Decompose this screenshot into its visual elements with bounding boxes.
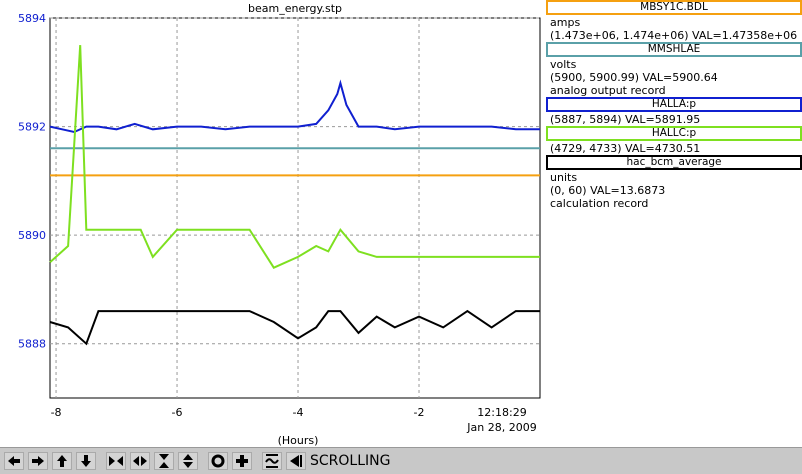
zoom-in-vertical-icon [159,454,169,468]
legend-info-line: calculation record [550,197,649,210]
auto-scale-icon [265,454,279,468]
legend-entry[interactable]: HALLC:p (4729, 4733) VAL=4730.51 [546,126,802,155]
scroll-up-button[interactable] [52,452,72,470]
zoom-in-vertical-button[interactable] [154,452,174,470]
legend-channel-name[interactable]: hac_bcm_average [546,155,802,170]
add-button[interactable] [232,452,252,470]
y-tick-label: 5888 [18,338,46,351]
legend-entry[interactable]: MMSHLAE volts (5900, 5900.99) VAL=5900.64 a… [546,42,802,97]
auto-scale-button[interactable] [262,452,282,470]
plot-frame [49,17,541,399]
legend-info-line: (0, 60) VAL=13.6873 [550,184,666,197]
x-tick-label: -4 [293,406,304,419]
date-label: Jan 28, 2009 [466,421,536,434]
arrow-left-icon [8,456,20,466]
y-tick-label: 5894 [18,12,46,25]
status-text: SCROLLING [310,453,391,469]
zoom-in-horizontal-button[interactable] [106,452,126,470]
legend-entry[interactable]: MBSY1C.BDL amps (1.473e+06, 1.474e+06) VAL… [546,0,802,42]
legend-info-line: volts [550,58,577,71]
record-button[interactable] [208,452,228,470]
legend-info-line: (5900, 5900.99) VAL=5900.64 [550,71,718,84]
scroll-left-button[interactable] [4,452,24,470]
legend-channel-name[interactable]: HALLC:p [546,126,802,141]
scroll-down-button[interactable] [76,452,96,470]
record-icon [211,454,225,468]
plot-area[interactable]: 5894 5892 5890 5888 -8 -6 -4 -2 12:18:29 Jan 28, … [0,0,546,447]
legend-channel-name[interactable]: HALLA:p [546,97,802,112]
legend-panel: MBSY1C.BDL amps (1.473e+06, 1.474e+06) VAL… [546,0,802,210]
scroll-right-button[interactable] [28,452,48,470]
legend-entry[interactable]: HALLA:p (5887, 5894) VAL=5891.95 [546,97,802,126]
toolbar: SCROLLING [0,447,802,474]
y-tick-label: 5890 [18,229,46,242]
arrow-down-icon [81,455,91,467]
legend-info-line: amps [550,16,581,29]
legend-info-line: (4729, 4733) VAL=4730.51 [550,142,701,155]
export-icon [290,455,302,467]
add-icon [236,455,248,467]
zoom-in-horizontal-icon [109,456,123,466]
zoom-out-vertical-button[interactable] [178,452,198,470]
y-tick-label: 5892 [18,121,46,134]
legend-channel-name[interactable]: MBSY1C.BDL [546,0,802,15]
legend-channel-name[interactable]: MMSHLAE [546,42,802,57]
x-tick-label: -8 [51,406,62,419]
legend-info-line: units [550,171,578,184]
zoom-out-vertical-icon [183,454,193,468]
x-tick-label: -2 [414,406,425,419]
zoom-out-horizontal-icon [133,456,147,466]
time-label: 12:18:29 [477,406,526,419]
zoom-out-horizontal-button[interactable] [130,452,150,470]
legend-entry[interactable]: hac_bcm_average units (0, 60) VAL=13.6873 c… [546,155,802,210]
x-tick-label: -6 [172,406,183,419]
x-axis-label: (Hours) [278,434,319,447]
export-button[interactable] [286,452,306,470]
arrow-right-icon [32,456,44,466]
legend-info-line: (1.473e+06, 1.474e+06) VAL=1.47358e+06 [550,29,798,42]
legend-info-line: (5887, 5894) VAL=5891.95 [550,113,701,126]
legend-info-line: analog output record [550,84,666,97]
arrow-up-icon [57,455,67,467]
